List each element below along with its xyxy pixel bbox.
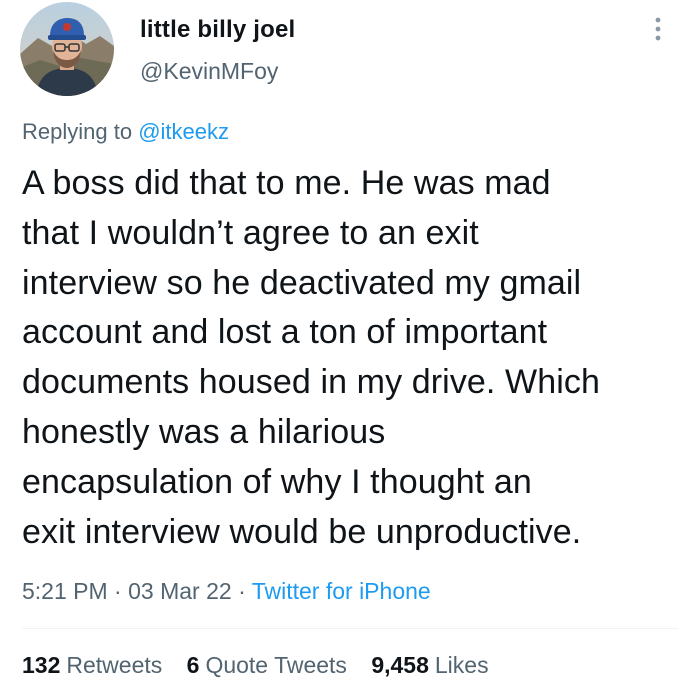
- tweet-detail: little billy joel @KevinMFoy Replying to…: [0, 0, 700, 693]
- replying-to: Replying to @itkeekz: [22, 119, 229, 145]
- tweet-source-link[interactable]: Twitter for iPhone: [252, 578, 431, 604]
- tweet-text-line: honestly was a hilarious: [22, 412, 386, 451]
- retweets-count: 132: [22, 652, 61, 678]
- tweet-text-line: interview so he deactivated my gmail: [22, 263, 582, 302]
- tweet-text-line: exit interview would be unproductive.: [22, 512, 582, 551]
- replying-to-label: Replying to: [22, 119, 133, 144]
- likes-stat[interactable]: 9,458 Likes: [371, 652, 488, 679]
- tweet-date[interactable]: 03 Mar 22: [128, 578, 232, 604]
- quote-tweets-stat[interactable]: 6 Quote Tweets: [187, 652, 347, 679]
- tweet-text-line: encapsulation of why I thought an: [22, 462, 532, 501]
- retweets-label: Retweets: [66, 652, 163, 678]
- profile-photo-image: [20, 2, 114, 96]
- tweet-text-line: account and lost a ton of important: [22, 313, 548, 352]
- engagement-stats: 132 Retweets 6 Quote Tweets 9,458 Likes: [22, 652, 507, 679]
- author-handle[interactable]: @KevinMFoy: [140, 58, 278, 85]
- author-display-name[interactable]: little billy joel: [140, 16, 295, 44]
- tweet-time[interactable]: 5:21 PM: [22, 578, 108, 604]
- quote-tweets-label: Quote Tweets: [205, 652, 347, 678]
- tweet-metadata: 5:21 PM · 03 Mar 22 · Twitter for iPhone: [22, 578, 431, 605]
- retweets-stat[interactable]: 132 Retweets: [22, 652, 162, 679]
- tweet-text-line: that I wouldn’t agree to an exit: [22, 213, 479, 252]
- meta-separator: ·: [238, 578, 246, 604]
- tweet-text-line: A boss did that to me. He was mad: [22, 164, 551, 202]
- quote-tweets-count: 6: [186, 652, 200, 678]
- more-options-icon[interactable]: [648, 14, 668, 44]
- reply-mention-link[interactable]: @itkeekz: [138, 119, 229, 144]
- avatar[interactable]: [20, 2, 114, 96]
- likes-count: 9,458: [371, 652, 429, 678]
- tweet-text-line: documents housed in my drive. Which: [22, 363, 600, 402]
- tweet-text: A boss did that to me. He was mad that I…: [22, 159, 696, 557]
- divider: [22, 628, 678, 629]
- likes-label: Likes: [434, 652, 489, 678]
- meta-separator: ·: [114, 578, 122, 604]
